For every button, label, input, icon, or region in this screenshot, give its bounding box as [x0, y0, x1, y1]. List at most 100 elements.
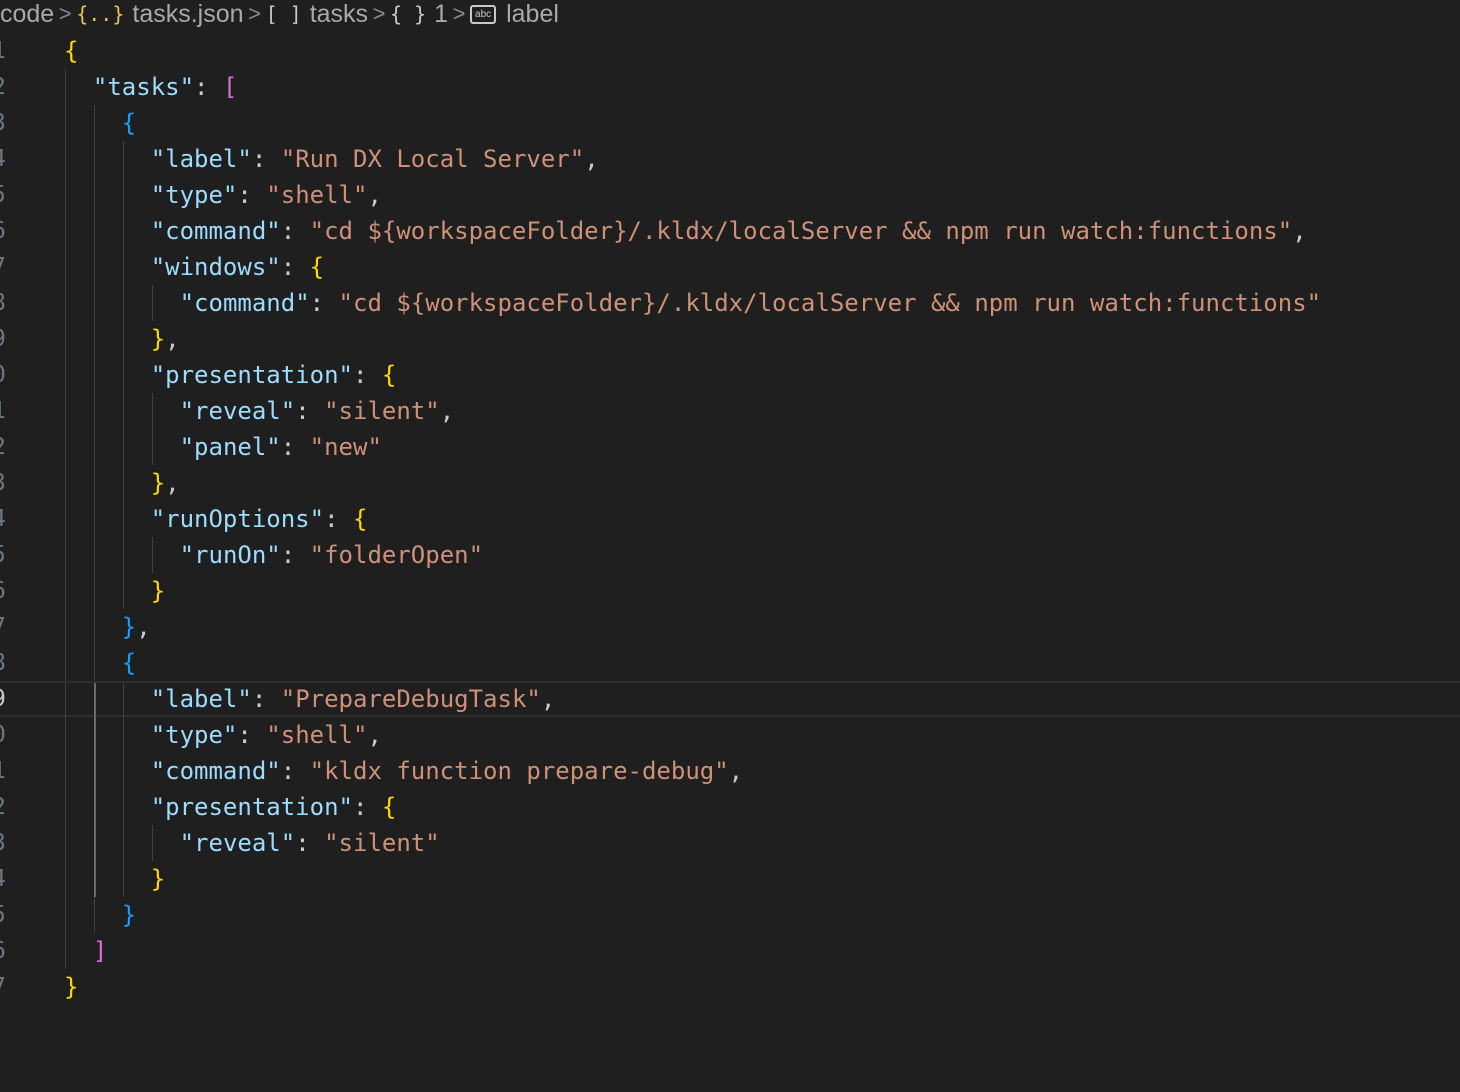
indent-guide — [65, 249, 66, 285]
indent-guide — [65, 285, 66, 321]
line-number: 6 — [0, 573, 22, 609]
indent-guide — [65, 825, 66, 861]
code-text: "label": "Run DX Local Server", — [150, 145, 599, 173]
code-line[interactable]: 8{ — [0, 645, 1460, 681]
breadcrumb-item[interactable]: code — [0, 0, 54, 28]
line-number: 8 — [0, 645, 22, 681]
code-text: ] — [92, 937, 108, 965]
code-line[interactable]: 3 "reveal": "silent" — [0, 825, 1460, 861]
code-text: "command": "cd ${workspaceFolder}/.kldx/… — [179, 289, 1322, 317]
code-line[interactable]: 9 "label": "PrepareDebugTask", — [0, 681, 1460, 719]
code-line[interactable]: 9}, — [0, 321, 1460, 357]
indent-guide — [151, 825, 153, 861]
code-text: "reveal": "silent", — [179, 397, 455, 425]
code-text: "reveal": "silent" — [179, 829, 440, 857]
indent-guide — [122, 177, 124, 213]
indent-guide — [65, 609, 66, 645]
code-line[interactable]: 4} — [0, 861, 1460, 897]
indent-guide — [122, 537, 124, 573]
code-line[interactable]: 6] — [0, 933, 1460, 969]
code-line[interactable]: 6 "command": "cd ${workspaceFolder}/.kldx… — [0, 213, 1460, 249]
line-number: 1 — [0, 33, 22, 69]
code-text: }, — [121, 613, 151, 641]
breadcrumb-item[interactable]: { } 1 — [390, 0, 448, 28]
code-text: { — [121, 109, 137, 137]
breadcrumb-item[interactable]: abc label — [470, 0, 559, 28]
breadcrumb-item[interactable]: {..} tasks.json — [76, 0, 243, 28]
indent-guide — [93, 683, 96, 719]
indent-guide — [93, 501, 95, 537]
indent-guide — [65, 429, 66, 465]
indent-guide — [93, 897, 95, 933]
indent-guide — [65, 69, 66, 105]
line-number: 2 — [0, 789, 22, 825]
code-line[interactable]: 3{ — [0, 105, 1460, 141]
indent-guide — [93, 789, 96, 825]
code-line[interactable]: 4 "runOptions": { — [0, 501, 1460, 537]
breadcrumb-separator-icon: > — [372, 1, 386, 26]
indent-guide — [93, 573, 95, 609]
code-text: "presentation": { — [150, 361, 397, 389]
indent-guide — [93, 429, 95, 465]
line-number: 4 — [0, 861, 22, 897]
indent-guide — [65, 897, 66, 933]
indent-guide — [65, 753, 66, 789]
breadcrumb-separator-icon: > — [248, 1, 261, 26]
code-text: "type": "shell", — [150, 721, 382, 749]
code-line[interactable]: 1 "reveal": "silent", — [0, 393, 1460, 429]
code-line[interactable]: 5 "type": "shell", — [0, 177, 1460, 213]
indent-guide — [93, 537, 95, 573]
indent-guide — [65, 465, 66, 501]
line-number: 9 — [0, 683, 22, 719]
code-line[interactable]: 2 "tasks": [ — [0, 69, 1460, 105]
code-text: "command": "cd ${workspaceFolder}/.kldx/… — [150, 217, 1307, 245]
indent-guide — [93, 105, 95, 141]
code-line[interactable]: 8 "command": "cd ${workspaceFolder}/.kldx… — [0, 285, 1460, 321]
code-line[interactable]: 2 "presentation": { — [0, 789, 1460, 825]
line-number: 1 — [0, 753, 22, 789]
code-line[interactable]: 7 "windows": { — [0, 249, 1460, 285]
code-line[interactable]: 1{ — [0, 33, 1460, 69]
indent-guide — [122, 683, 124, 719]
indent-guide — [93, 213, 95, 249]
breadcrumb-label: tasks.json — [132, 0, 244, 28]
indent-guide — [65, 933, 66, 969]
code-text: "panel": "new" — [179, 433, 382, 461]
code-line[interactable]: 6} — [0, 573, 1460, 609]
line-number: 5 — [0, 897, 22, 933]
line-number: 1 — [0, 393, 22, 429]
code-line[interactable]: 4 "label": "Run DX Local Server", — [0, 141, 1460, 177]
indent-guide — [151, 429, 153, 465]
string-abc-icon: abc — [470, 4, 497, 24]
code-text: "tasks": [ — [92, 73, 238, 101]
line-number: 4 — [0, 501, 22, 537]
code-line[interactable]: 2 "panel": "new" — [0, 429, 1460, 465]
indent-guide — [65, 141, 66, 177]
code-text: } — [64, 973, 79, 1001]
line-number: 9 — [0, 321, 22, 357]
indent-guide — [65, 537, 66, 573]
code-line[interactable]: 5 "runOn": "folderOpen" — [0, 537, 1460, 573]
object-braces-icon: { } — [390, 2, 427, 26]
line-number: 7 — [0, 249, 22, 285]
code-editor[interactable]: 1{2"tasks": [3{4"label": "Run DX Local S… — [0, 33, 1460, 1092]
indent-guide — [93, 609, 95, 645]
indent-guide — [93, 285, 95, 321]
indent-guide — [65, 105, 66, 141]
breadcrumb-label: label — [506, 0, 559, 28]
code-line[interactable]: 5} — [0, 897, 1460, 933]
code-text: }, — [150, 325, 180, 353]
code-line[interactable]: 0 "type": "shell", — [0, 717, 1460, 753]
code-text: "presentation": { — [150, 793, 397, 821]
line-number: 4 — [0, 141, 22, 177]
code-line[interactable]: 7}, — [0, 609, 1460, 645]
line-number: 3 — [0, 105, 22, 141]
code-line[interactable]: 0 "presentation": { — [0, 357, 1460, 393]
breadcrumb-item[interactable]: [ ] tasks — [266, 0, 368, 28]
indent-guide — [151, 537, 153, 573]
code-line[interactable]: 1 "command": "kldx function prepare-debug… — [0, 753, 1460, 789]
code-text: } — [150, 865, 166, 893]
code-text: "runOptions": { — [150, 505, 368, 533]
code-line[interactable]: 7} — [0, 969, 1460, 1005]
code-line[interactable]: 3}, — [0, 465, 1460, 501]
